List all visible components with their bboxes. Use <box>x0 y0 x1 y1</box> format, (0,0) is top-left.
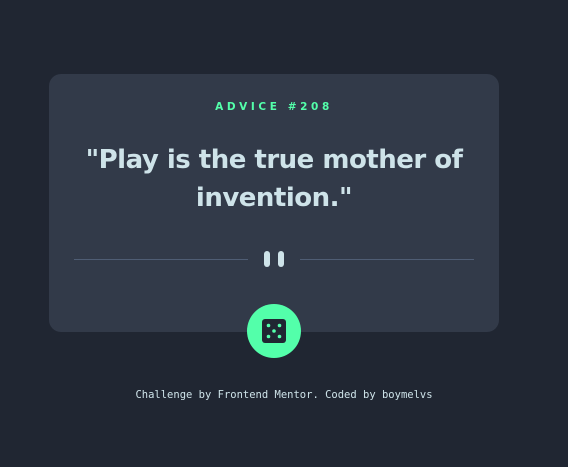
advice-quote: "Play is the true mother of invention." <box>85 145 463 213</box>
dice-icon <box>262 319 286 343</box>
divider-line-left <box>74 259 248 260</box>
advice-card: ADVICE #208 "Play is the true mother of … <box>49 74 499 332</box>
pause-icon <box>264 251 284 267</box>
divider-line-right <box>300 259 474 260</box>
pattern-divider <box>74 250 474 268</box>
new-advice-button[interactable] <box>247 304 301 358</box>
attribution-footer: Challenge by Frontend Mentor. Coded by b… <box>135 389 433 401</box>
advice-id-label: ADVICE #208 <box>215 101 333 113</box>
